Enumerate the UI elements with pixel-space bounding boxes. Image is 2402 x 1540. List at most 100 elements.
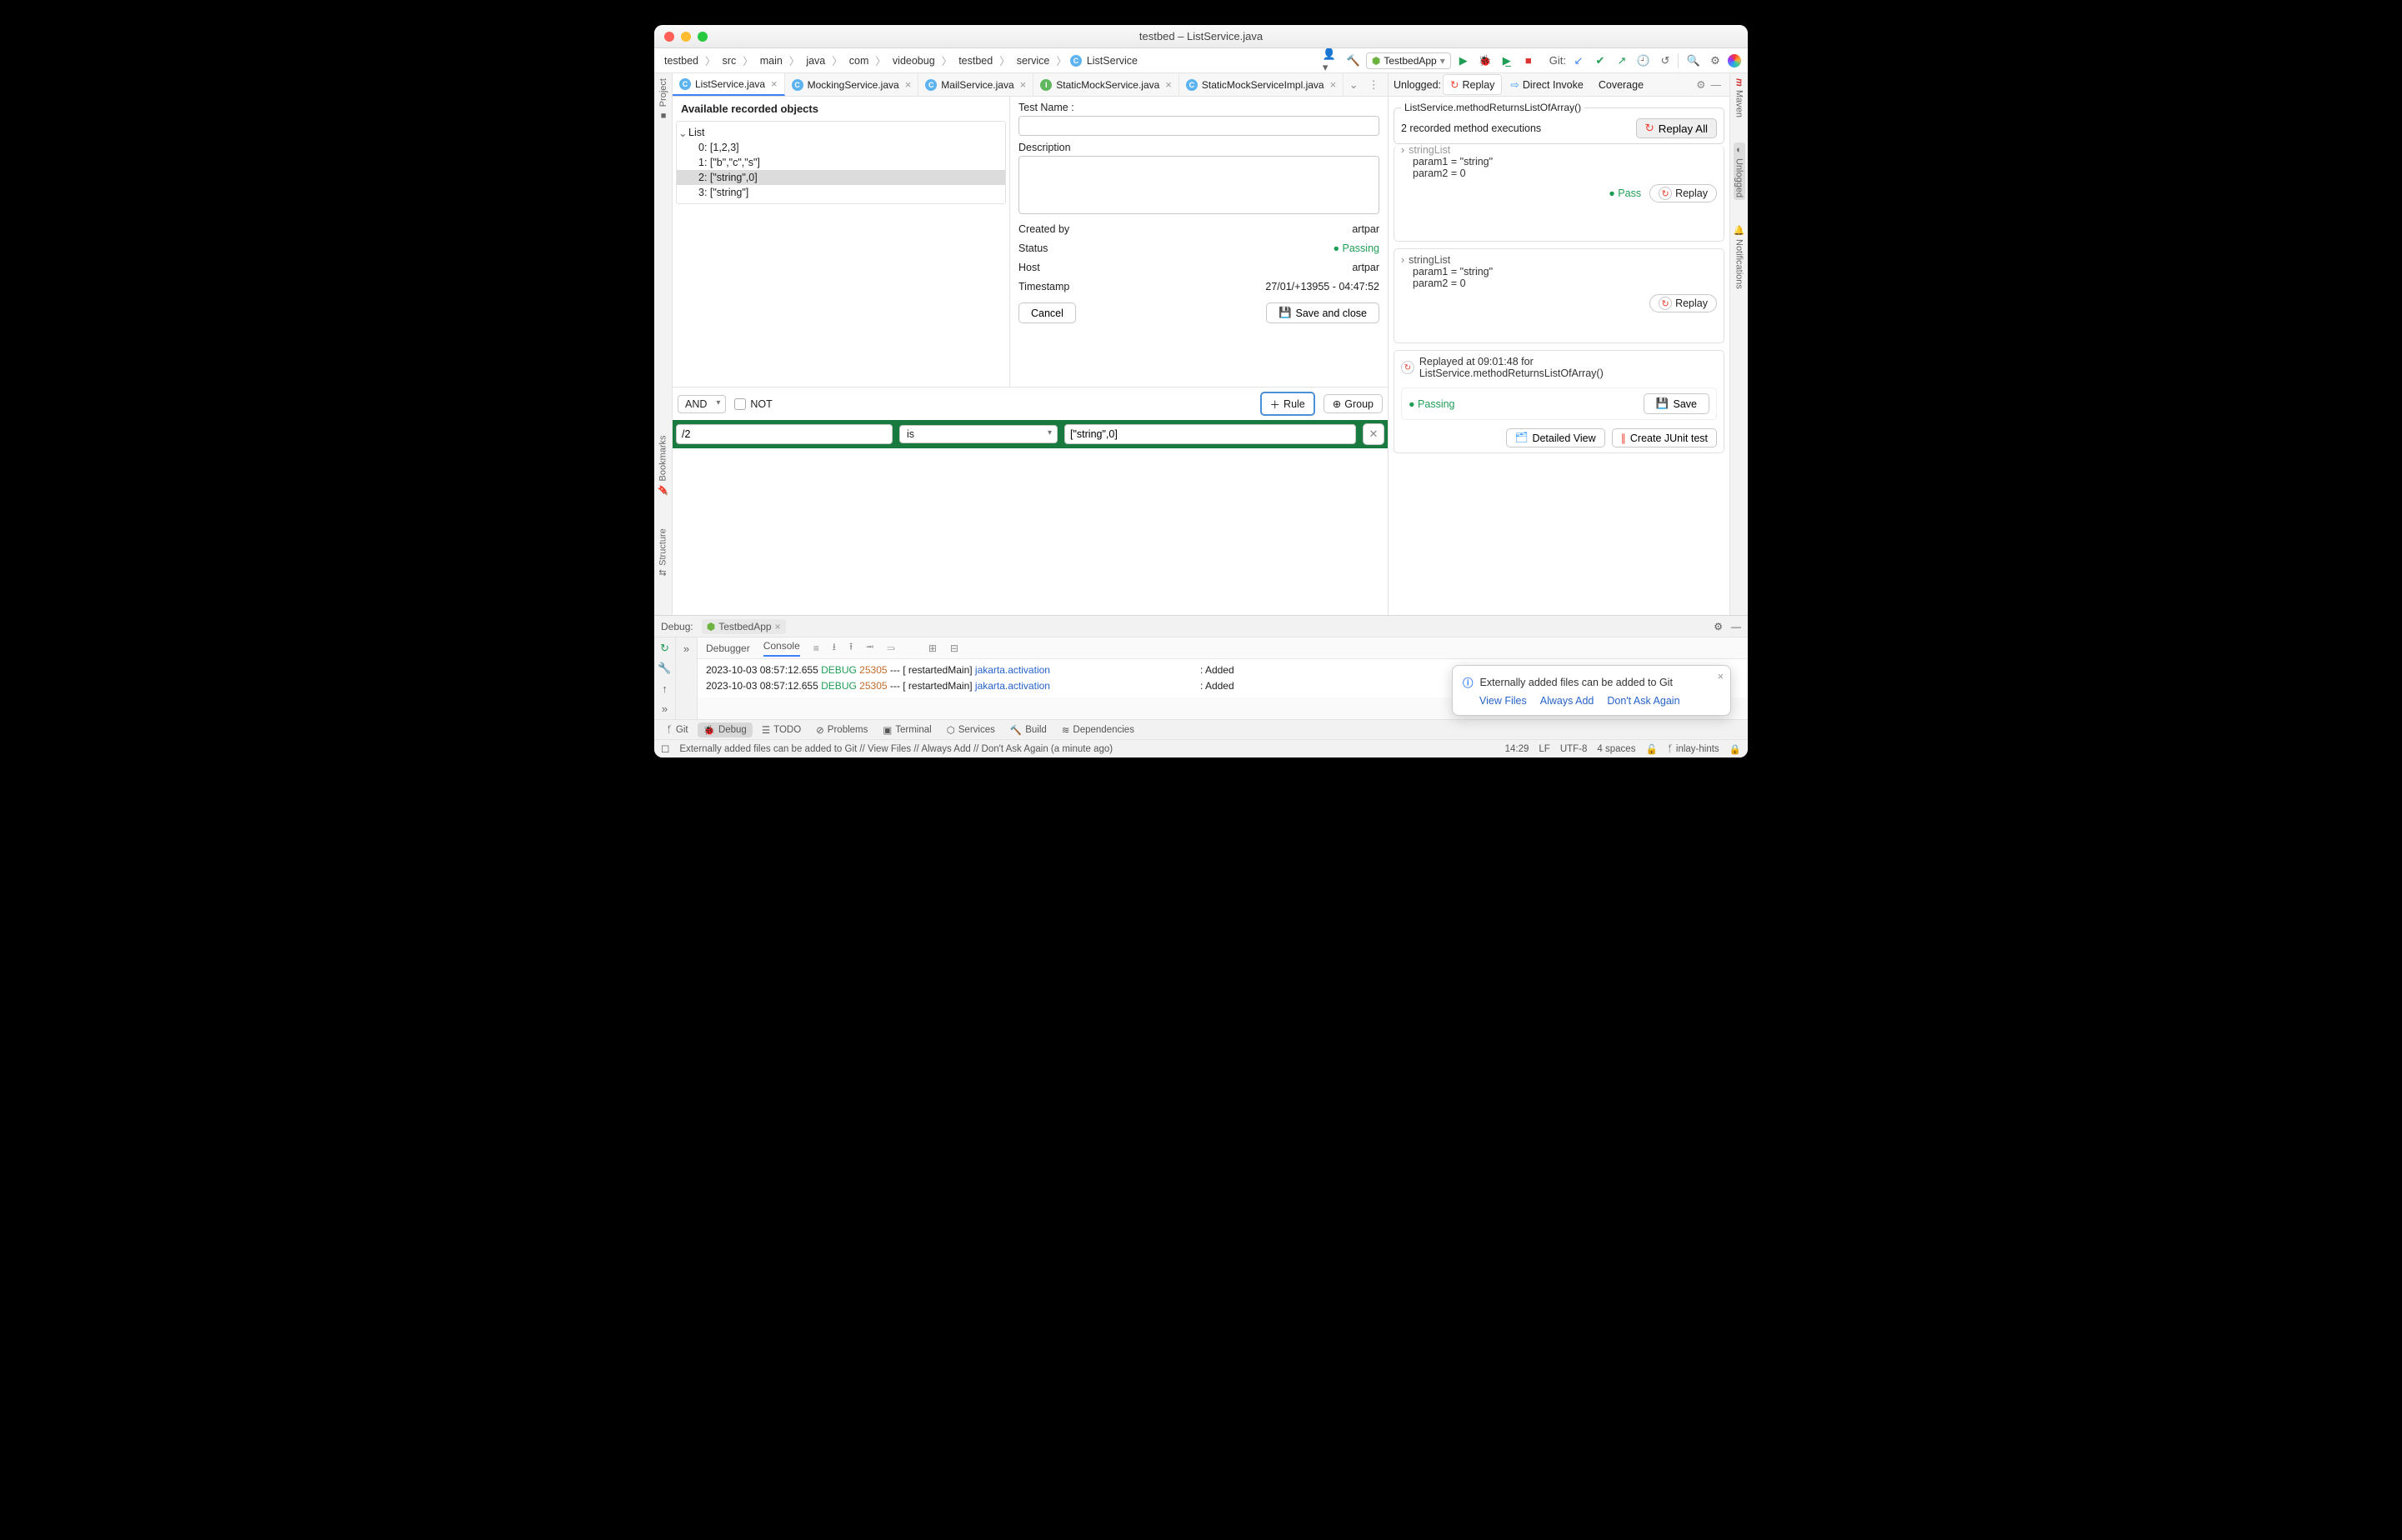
toolbar-icon[interactable]: ⭳ <box>833 639 836 657</box>
minimize-icon[interactable]: — <box>1731 621 1741 632</box>
file-tab[interactable]: IStaticMockService.java× <box>1033 73 1179 96</box>
undo-icon[interactable]: ↺ <box>1656 52 1674 70</box>
execution-card[interactable]: stringList param1 = "string" param2 = 0 … <box>1394 248 1724 343</box>
file-tab[interactable]: CMockingService.java× <box>785 73 919 96</box>
description-input[interactable] <box>1018 156 1379 214</box>
tab-direct-invoke[interactable]: ⇨Direct Invoke <box>1504 75 1589 94</box>
build-icon[interactable]: 🔨 <box>1344 52 1363 70</box>
todo-tool-button[interactable]: ☰TODO <box>756 722 807 738</box>
unlogged-tool-button[interactable]: ◐Unlogged <box>1734 142 1745 200</box>
git-tool-button[interactable]: ᚶGit <box>661 723 694 737</box>
close-icon[interactable]: × <box>769 78 778 90</box>
file-tab[interactable]: CListService.java× <box>673 73 785 96</box>
tab-debugger[interactable]: Debugger <box>706 642 750 654</box>
run-config-selector[interactable]: ⬢ TestbedApp ▾ <box>1366 52 1451 69</box>
minimize-window-icon[interactable] <box>681 32 691 42</box>
crumb[interactable]: com <box>846 53 873 68</box>
replay-all-button[interactable]: ↻Replay All <box>1636 118 1717 138</box>
close-icon[interactable]: × <box>903 78 912 91</box>
toolbar-icon[interactable]: ⭱ <box>849 639 853 657</box>
delete-rule-button[interactable]: ✕ <box>1363 423 1384 445</box>
crumb[interactable]: java <box>803 53 828 68</box>
close-icon[interactable]: × <box>775 621 781 632</box>
structure-tool-button[interactable]: ⇵Structure <box>658 528 668 577</box>
crumb[interactable]: src <box>719 53 740 68</box>
up-icon[interactable]: ↑ <box>658 681 673 696</box>
toolbar-icon[interactable]: ⥰ <box>887 642 895 654</box>
tree-item[interactable]: 1: ["b","c","s"] <box>677 155 1005 170</box>
wrench-icon[interactable]: 🔧 <box>658 661 673 676</box>
tree-root[interactable]: List <box>677 125 1005 140</box>
lock-icon[interactable]: 🔒 <box>1729 743 1741 755</box>
close-icon[interactable]: × <box>1718 671 1724 682</box>
build-tool-button[interactable]: 🔨Build <box>1004 722 1053 738</box>
crumb[interactable]: main <box>757 53 786 68</box>
maven-tool-button[interactable]: mMaven <box>1734 78 1744 118</box>
tree-item[interactable]: 3: ["string"] <box>677 185 1005 200</box>
add-group-button[interactable]: ⊕Group <box>1324 394 1383 413</box>
gear-icon[interactable]: ⚙ <box>1714 621 1723 632</box>
replay-button[interactable]: Replay <box>1649 294 1717 312</box>
rerun-icon[interactable]: ↻ <box>658 641 673 656</box>
more-icon[interactable]: » <box>658 701 673 716</box>
close-icon[interactable]: × <box>1163 78 1172 91</box>
file-encoding[interactable]: UTF-8 <box>1560 744 1588 754</box>
services-tool-button[interactable]: ⬡Services <box>941 722 1001 738</box>
tree-item[interactable]: 0: [1,2,3] <box>677 140 1005 155</box>
git-branch[interactable]: ᚶ inlay-hints <box>1668 744 1719 754</box>
more-icon[interactable]: ⋮ <box>1364 73 1384 96</box>
toolbar-icon[interactable]: ⊟ <box>950 642 958 654</box>
zoom-window-icon[interactable] <box>698 32 708 42</box>
tab-replay[interactable]: ↻Replay <box>1443 74 1502 95</box>
dependencies-tool-button[interactable]: ≋Dependencies <box>1056 722 1140 738</box>
readonly-icon[interactable]: 🔓 <box>1645 743 1657 755</box>
rule-path-input[interactable] <box>676 424 893 444</box>
view-files-link[interactable]: View Files <box>1479 695 1527 707</box>
file-tab[interactable]: CStaticMockServiceImpl.java× <box>1179 73 1344 96</box>
execution-card[interactable]: stringList param1 = "string" param2 = 0 … <box>1394 146 1724 242</box>
save-result-button[interactable]: 💾Save <box>1644 393 1709 414</box>
stop-icon[interactable]: ■ <box>1519 52 1538 70</box>
more-icon[interactable]: » <box>679 641 694 656</box>
cancel-button[interactable]: Cancel <box>1018 302 1076 323</box>
always-add-link[interactable]: Always Add <box>1540 695 1594 707</box>
run-icon[interactable]: ▶ <box>1454 52 1473 70</box>
notifications-tool-button[interactable]: 🔔Notifications <box>1734 225 1744 289</box>
crumb[interactable]: ListService <box>1083 53 1141 68</box>
gear-icon[interactable]: ⚙ <box>1696 78 1705 91</box>
save-button[interactable]: 💾Save and close <box>1266 302 1379 323</box>
crumb[interactable]: videobug <box>889 53 938 68</box>
rule-value-input[interactable] <box>1064 424 1356 444</box>
chevron-down-icon[interactable]: ⌄ <box>1344 73 1364 96</box>
close-icon[interactable]: × <box>1329 78 1337 91</box>
coverage-icon[interactable]: ▶̲ <box>1498 52 1516 70</box>
minimize-icon[interactable]: — <box>1708 79 1725 91</box>
debug-tool-button[interactable]: 🐞Debug <box>698 722 753 738</box>
test-name-input[interactable] <box>1018 116 1379 136</box>
user-icon[interactable]: 👤▾ <box>1323 52 1341 70</box>
add-rule-button[interactable]: ＋Rule <box>1260 392 1315 416</box>
bookmarks-tool-button[interactable]: 🔖Bookmarks <box>658 435 668 495</box>
tab-coverage[interactable]: Coverage <box>1592 76 1650 94</box>
rule-operator-select[interactable]: is <box>899 425 1058 443</box>
replay-button[interactable]: Replay <box>1649 184 1717 202</box>
tab-console[interactable]: Console <box>763 640 800 657</box>
status-icon[interactable]: ☐ <box>661 743 669 755</box>
detailed-view-button[interactable]: 🗂Detailed View <box>1506 428 1605 448</box>
debug-run-tab[interactable]: ⬢ TestbedApp × <box>702 619 786 634</box>
problems-tool-button[interactable]: ⊘Problems <box>810 722 873 738</box>
close-window-icon[interactable] <box>664 32 674 42</box>
recorded-objects-tree[interactable]: List 0: [1,2,3] 1: ["b","c","s"] 2: ["st… <box>676 121 1006 204</box>
crumb[interactable]: testbed <box>955 53 996 68</box>
search-icon[interactable]: 🔍 <box>1684 52 1703 70</box>
toolbar-icon[interactable]: ⊞ <box>928 642 937 654</box>
join-selector[interactable]: AND <box>678 395 726 413</box>
toolbar-icon[interactable]: ⭲ <box>866 639 873 657</box>
dont-ask-link[interactable]: Don't Ask Again <box>1607 695 1679 707</box>
line-separator[interactable]: LF <box>1539 744 1549 754</box>
debug-icon[interactable]: 🐞 <box>1476 52 1494 70</box>
git-commit-icon[interactable]: ✔ <box>1591 52 1609 70</box>
history-icon[interactable]: 🕘 <box>1634 52 1653 70</box>
project-tool-button[interactable]: ■Project <box>658 78 668 120</box>
close-icon[interactable]: × <box>1018 78 1027 91</box>
